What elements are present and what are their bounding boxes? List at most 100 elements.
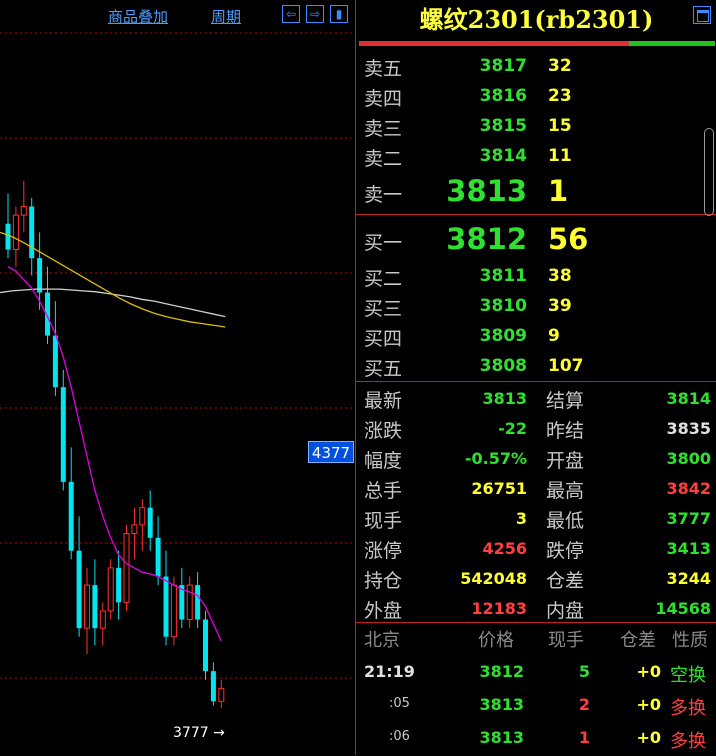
stat-label: 涨跌 <box>364 420 403 442</box>
stat-label: 幅度 <box>364 450 403 472</box>
panel-toggle-icon: ▮ <box>335 7 343 21</box>
kline-chart[interactable]: 商品叠加 周期 ⇦ ⇨ ▮ 4377 3777 → <box>0 0 355 755</box>
bid-row-1[interactable]: 买一 3812 56 <box>356 220 716 260</box>
low-price-marker: 3777 → <box>173 725 225 741</box>
candle-body <box>170 584 177 638</box>
candle-body <box>203 619 208 672</box>
stat-value: 3777 <box>666 509 711 528</box>
book-scrollbar[interactable] <box>704 128 714 216</box>
scroll-left-button[interactable]: ⇦ <box>282 5 300 23</box>
stat-value: 3842 <box>666 479 711 498</box>
bid-label: 买三 <box>364 298 403 320</box>
tick-price: 3812 <box>479 662 524 681</box>
candle-body <box>147 507 153 538</box>
toggle-panel-button[interactable]: ▮ <box>330 5 348 23</box>
bid-row-4[interactable]: 买四 3809 9 <box>356 322 716 352</box>
kline-chart-canvas[interactable] <box>0 0 355 755</box>
stat-label: 现手 <box>364 510 403 532</box>
candle-body <box>195 585 201 620</box>
bid-label: 买一 <box>364 232 403 254</box>
tick-volume: 5 <box>578 662 590 681</box>
bid-label: 买四 <box>364 328 403 350</box>
window-restore-button[interactable] <box>693 6 711 24</box>
candle-body <box>60 387 66 482</box>
bid-volume: 38 <box>548 266 572 286</box>
ask-label: 卖五 <box>364 58 403 80</box>
cursor-price-tag: 4377 <box>308 441 354 463</box>
stat-value: 3813 <box>482 389 527 408</box>
stat-value: 542048 <box>460 569 527 588</box>
bid-price: 3810 <box>479 296 527 316</box>
scroll-right-button[interactable]: ⇨ <box>306 5 324 23</box>
ask-price: 3814 <box>479 146 527 166</box>
ask-row-4[interactable]: 卖四 3816 23 <box>356 82 716 112</box>
candle-body <box>20 206 27 216</box>
stat-label: 外盘 <box>364 600 403 622</box>
bid-volume: 107 <box>548 356 584 376</box>
ask-volume: 32 <box>548 56 572 76</box>
period-link[interactable]: 周期 <box>211 6 241 27</box>
stat-value: 3835 <box>666 419 711 438</box>
stat-value: 3 <box>515 509 527 528</box>
candle-body <box>218 687 225 702</box>
candle-body <box>84 584 90 629</box>
stat-label: 开盘 <box>546 450 585 472</box>
candle-body <box>163 576 169 637</box>
stat-value: -0.57% <box>464 449 527 468</box>
tick-volume: 2 <box>578 695 590 714</box>
bid-row-3[interactable]: 买三 3810 39 <box>356 292 716 322</box>
ask-label: 卖二 <box>364 148 403 170</box>
stats-row: 外盘 12183 内盘 14568 <box>356 595 716 625</box>
candle-body <box>68 481 74 551</box>
stat-label: 持仓 <box>364 570 403 592</box>
tick-time: 21:19 <box>364 662 415 681</box>
bid-volume: 56 <box>548 222 589 256</box>
candle-body <box>186 584 193 621</box>
stats-row: 最新 3813 结算 3814 <box>356 385 716 415</box>
bid-row-5[interactable]: 买五 3808 107 <box>356 352 716 382</box>
tick-header-time: 北京 <box>364 630 400 651</box>
stat-value: 14568 <box>655 599 711 618</box>
bid-price: 3809 <box>479 326 527 346</box>
contract-title: 螺纹2301(rb2301) <box>419 5 654 34</box>
book-divider <box>356 214 716 215</box>
overlay-commodity-link[interactable]: 商品叠加 <box>108 6 168 27</box>
bid-row-2[interactable]: 买二 3811 38 <box>356 262 716 292</box>
stat-label: 最高 <box>546 480 585 502</box>
ask-label: 卖四 <box>364 88 403 110</box>
ask-volume: 1 <box>548 174 569 208</box>
arrow-right-small-icon: → <box>208 725 225 741</box>
stats-divider <box>356 381 716 382</box>
ticks-divider <box>356 622 716 623</box>
candle-body <box>99 610 106 629</box>
bid-price: 3811 <box>479 266 527 286</box>
stats-row: 持仓 542048 仓差 3244 <box>356 565 716 595</box>
stats-row: 总手 26751 最高 3842 <box>356 475 716 505</box>
tick-header-nature: 性质 <box>672 630 708 651</box>
candle-body <box>37 258 43 293</box>
ask-label: 卖三 <box>364 118 403 140</box>
bid-price: 3812 <box>446 222 527 256</box>
ask-label: 卖一 <box>364 184 403 206</box>
tick-row[interactable]: :06 3813 1 +0 多换 <box>356 726 716 756</box>
ask-volume: 15 <box>548 116 572 136</box>
stat-value: -22 <box>498 419 527 438</box>
ask-row-5[interactable]: 卖五 3817 32 <box>356 52 716 82</box>
bid-price: 3808 <box>479 356 527 376</box>
ask-row-2[interactable]: 卖二 3814 11 <box>356 142 716 172</box>
stats-row: 幅度 -0.57% 开盘 3800 <box>356 445 716 475</box>
quote-panel: 螺纹2301(rb2301) 卖五 3817 32 卖四 3816 23 卖三 … <box>355 0 716 755</box>
tick-row[interactable]: :05 3813 2 +0 多换 <box>356 693 716 723</box>
ask-row-1[interactable]: 卖一 3813 1 <box>356 172 716 212</box>
candle-body <box>12 214 19 251</box>
ask-strength-bar <box>629 41 715 46</box>
tick-time: :06 <box>389 729 410 744</box>
tick-row[interactable]: 21:19 3812 5 +0 空换 <box>356 660 716 690</box>
bid-label: 买五 <box>364 358 403 380</box>
candle-body <box>107 567 114 612</box>
ask-price: 3816 <box>479 86 527 106</box>
candle-body <box>210 671 216 702</box>
tick-header-position-diff: 仓差 <box>620 630 656 651</box>
ask-row-3[interactable]: 卖三 3815 15 <box>356 112 716 142</box>
ask-volume: 11 <box>548 146 572 166</box>
